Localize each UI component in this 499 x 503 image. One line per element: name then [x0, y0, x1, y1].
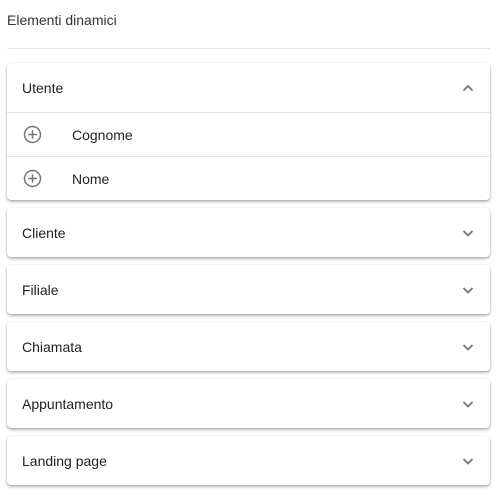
- page: Elementi dinamici Utente Cognome Nome Cl…: [0, 0, 499, 503]
- list-item-cognome[interactable]: Cognome: [7, 113, 490, 156]
- list-item-label: Nome: [72, 170, 110, 187]
- list-item-label: Cognome: [72, 126, 133, 143]
- panel-title: Utente: [22, 79, 64, 96]
- panel-utente: Utente Cognome Nome: [7, 63, 490, 200]
- panel-header-chiamata[interactable]: Chiamata: [7, 322, 490, 371]
- add-circle-icon[interactable]: [23, 125, 42, 144]
- panel-chiamata: Chiamata: [7, 322, 490, 371]
- panel-title: Cliente: [22, 224, 66, 241]
- panel-header-cliente[interactable]: Cliente: [7, 208, 490, 257]
- panel-header-appuntamento[interactable]: Appuntamento: [7, 379, 490, 428]
- panel-title: Chiamata: [22, 338, 82, 355]
- list-item-nome[interactable]: Nome: [7, 156, 490, 200]
- chevron-down-icon: [461, 397, 475, 411]
- chevron-down-icon: [461, 226, 475, 240]
- header-divider: [7, 48, 490, 49]
- panel-title: Filiale: [22, 281, 59, 298]
- panel-header-filiale[interactable]: Filiale: [7, 265, 490, 314]
- page-title: Elementi dinamici: [7, 12, 117, 28]
- add-circle-icon[interactable]: [23, 169, 42, 188]
- chevron-down-icon: [461, 454, 475, 468]
- panel-title: Appuntamento: [22, 395, 114, 412]
- panel-body-utente: Cognome Nome: [7, 112, 490, 200]
- accordion: Utente Cognome Nome Cliente Filiale Chia…: [7, 63, 490, 493]
- panel-header-utente[interactable]: Utente: [7, 63, 490, 112]
- panel-cliente: Cliente: [7, 208, 490, 257]
- panel-title: Landing page: [22, 452, 107, 469]
- chevron-up-icon: [461, 81, 475, 95]
- panel-appuntamento: Appuntamento: [7, 379, 490, 428]
- chevron-down-icon: [461, 340, 475, 354]
- panel-landing-page: Landing page: [7, 436, 490, 485]
- chevron-down-icon: [461, 283, 475, 297]
- panel-header-landing-page[interactable]: Landing page: [7, 436, 490, 485]
- panel-filiale: Filiale: [7, 265, 490, 314]
